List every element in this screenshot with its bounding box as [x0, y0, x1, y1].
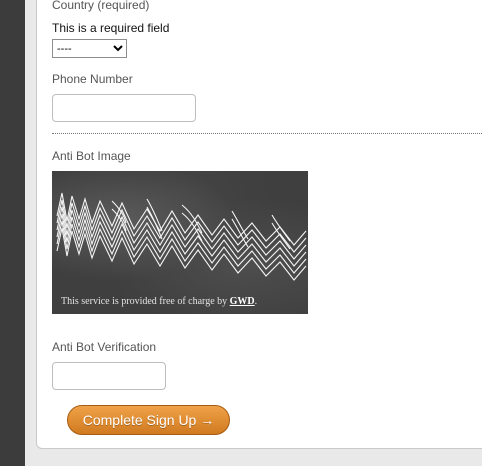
captcha-credit-text: This service is provided free of charge … — [61, 296, 230, 307]
verification-input[interactable] — [52, 362, 166, 390]
captcha-image: This service is provided free of charge … — [52, 171, 308, 314]
captcha-credit: This service is provided free of charge … — [61, 296, 257, 307]
required-field-error: This is a required field — [52, 21, 170, 35]
captcha-label: Anti Bot Image — [52, 149, 131, 163]
phone-label: Phone Number — [52, 72, 133, 86]
country-label: Country (required) — [52, 0, 150, 12]
left-sidebar — [0, 0, 25, 466]
gwd-link[interactable]: GWD — [230, 296, 255, 307]
phone-input[interactable] — [52, 94, 196, 122]
complete-signup-button[interactable]: Complete Sign Up → — [67, 405, 230, 435]
section-divider — [52, 133, 482, 134]
captcha-credit-period: . — [254, 296, 258, 307]
verification-label: Anti Bot Verification — [52, 340, 157, 354]
captcha-distorted-text — [56, 192, 307, 281]
country-select[interactable]: ---- — [52, 39, 127, 58]
